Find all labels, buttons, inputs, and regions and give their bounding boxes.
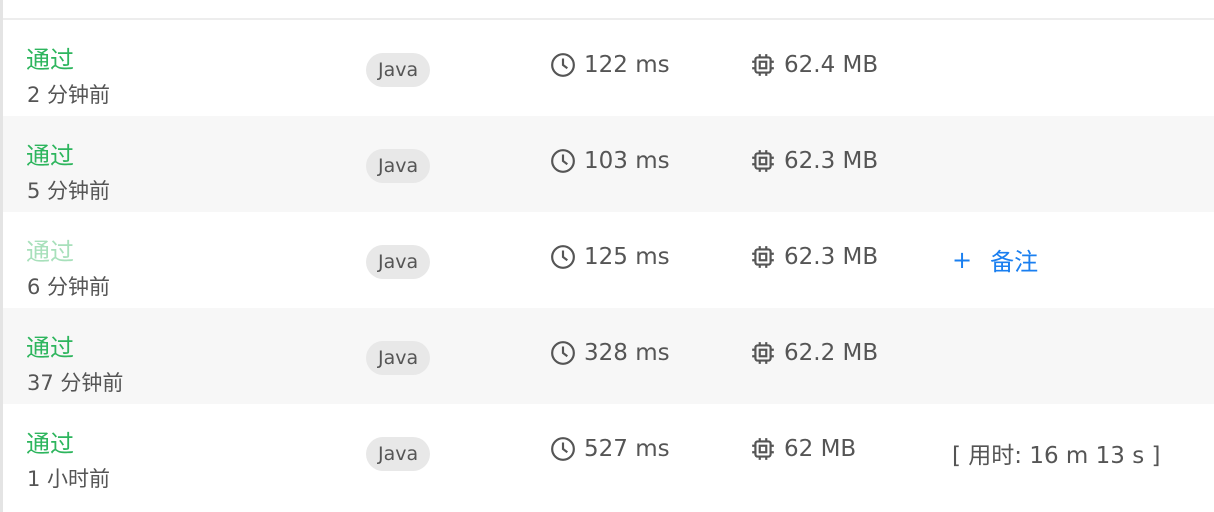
language-badge: Java <box>366 341 431 375</box>
clock-icon <box>550 436 576 462</box>
memory-value: 62.3 MB <box>784 148 879 174</box>
status-link[interactable]: 通过 <box>26 424 74 459</box>
chip-icon <box>750 244 776 270</box>
clock-icon <box>550 340 576 366</box>
runtime-value: 103 ms <box>584 148 670 174</box>
status-link[interactable]: 通过 <box>26 328 74 363</box>
memory: 62.3 MB <box>750 244 878 270</box>
clock-icon <box>550 52 576 78</box>
memory: 62.2 MB <box>750 340 878 366</box>
submit-time: 6 分钟前 <box>27 275 111 299</box>
memory: 62 MB <box>750 436 856 462</box>
runtime-value: 527 ms <box>584 436 670 462</box>
clock-icon <box>550 148 576 174</box>
runtime: 103 ms <box>550 148 670 174</box>
memory-value: 62 MB <box>784 436 857 462</box>
memory-value: 62.2 MB <box>784 340 879 366</box>
memory-value: 62.3 MB <box>784 244 879 270</box>
chip-icon <box>750 148 776 174</box>
runtime: 328 ms <box>550 340 670 366</box>
submit-time: 2 分钟前 <box>27 83 111 107</box>
chip-icon <box>750 436 776 462</box>
clock-icon <box>550 244 576 270</box>
runtime: 122 ms <box>550 52 670 78</box>
note-text: [ 用时: 16 m 13 s ] <box>952 443 1161 469</box>
runtime-value: 328 ms <box>584 340 670 366</box>
add-note-label: 备注 <box>990 248 1039 276</box>
status-link[interactable]: 通过 <box>26 232 74 267</box>
chip-icon <box>750 52 776 78</box>
runtime: 125 ms <box>550 244 670 270</box>
language-badge: Java <box>366 245 431 279</box>
table-row: 通过 6 分钟前 Java 125 ms 62.3 MB + 备注 <box>3 212 1214 308</box>
status-link[interactable]: 通过 <box>26 136 74 171</box>
runtime-value: 125 ms <box>584 244 670 270</box>
memory: 62.3 MB <box>750 148 878 174</box>
table-row: 通过 37 分钟前 Java 328 ms 62.2 MB <box>3 308 1214 404</box>
memory: 62.4 MB <box>750 52 878 78</box>
runtime: 527 ms <box>550 436 670 462</box>
table-row: 通过 2 分钟前 Java 122 ms 62.4 MB <box>3 20 1214 116</box>
language-badge: Java <box>366 149 431 183</box>
runtime-value: 122 ms <box>584 52 670 78</box>
chip-icon <box>750 340 776 366</box>
submit-time: 37 分钟前 <box>27 371 124 395</box>
plus-icon: + <box>952 245 973 274</box>
table-row: 通过 1 小时前 Java 527 ms 62 MB [ 用时: 16 m 13… <box>3 404 1214 500</box>
language-badge: Java <box>366 53 431 87</box>
status-link[interactable]: 通过 <box>26 40 74 75</box>
add-note-button[interactable]: + 备注 <box>952 242 1038 277</box>
table-row: 通过 5 分钟前 Java 103 ms 62.3 MB <box>3 116 1214 212</box>
language-badge: Java <box>366 437 431 471</box>
table-header <box>3 0 1214 20</box>
memory-value: 62.4 MB <box>784 52 879 78</box>
submit-time: 1 小时前 <box>27 467 111 491</box>
submit-time: 5 分钟前 <box>27 179 111 203</box>
